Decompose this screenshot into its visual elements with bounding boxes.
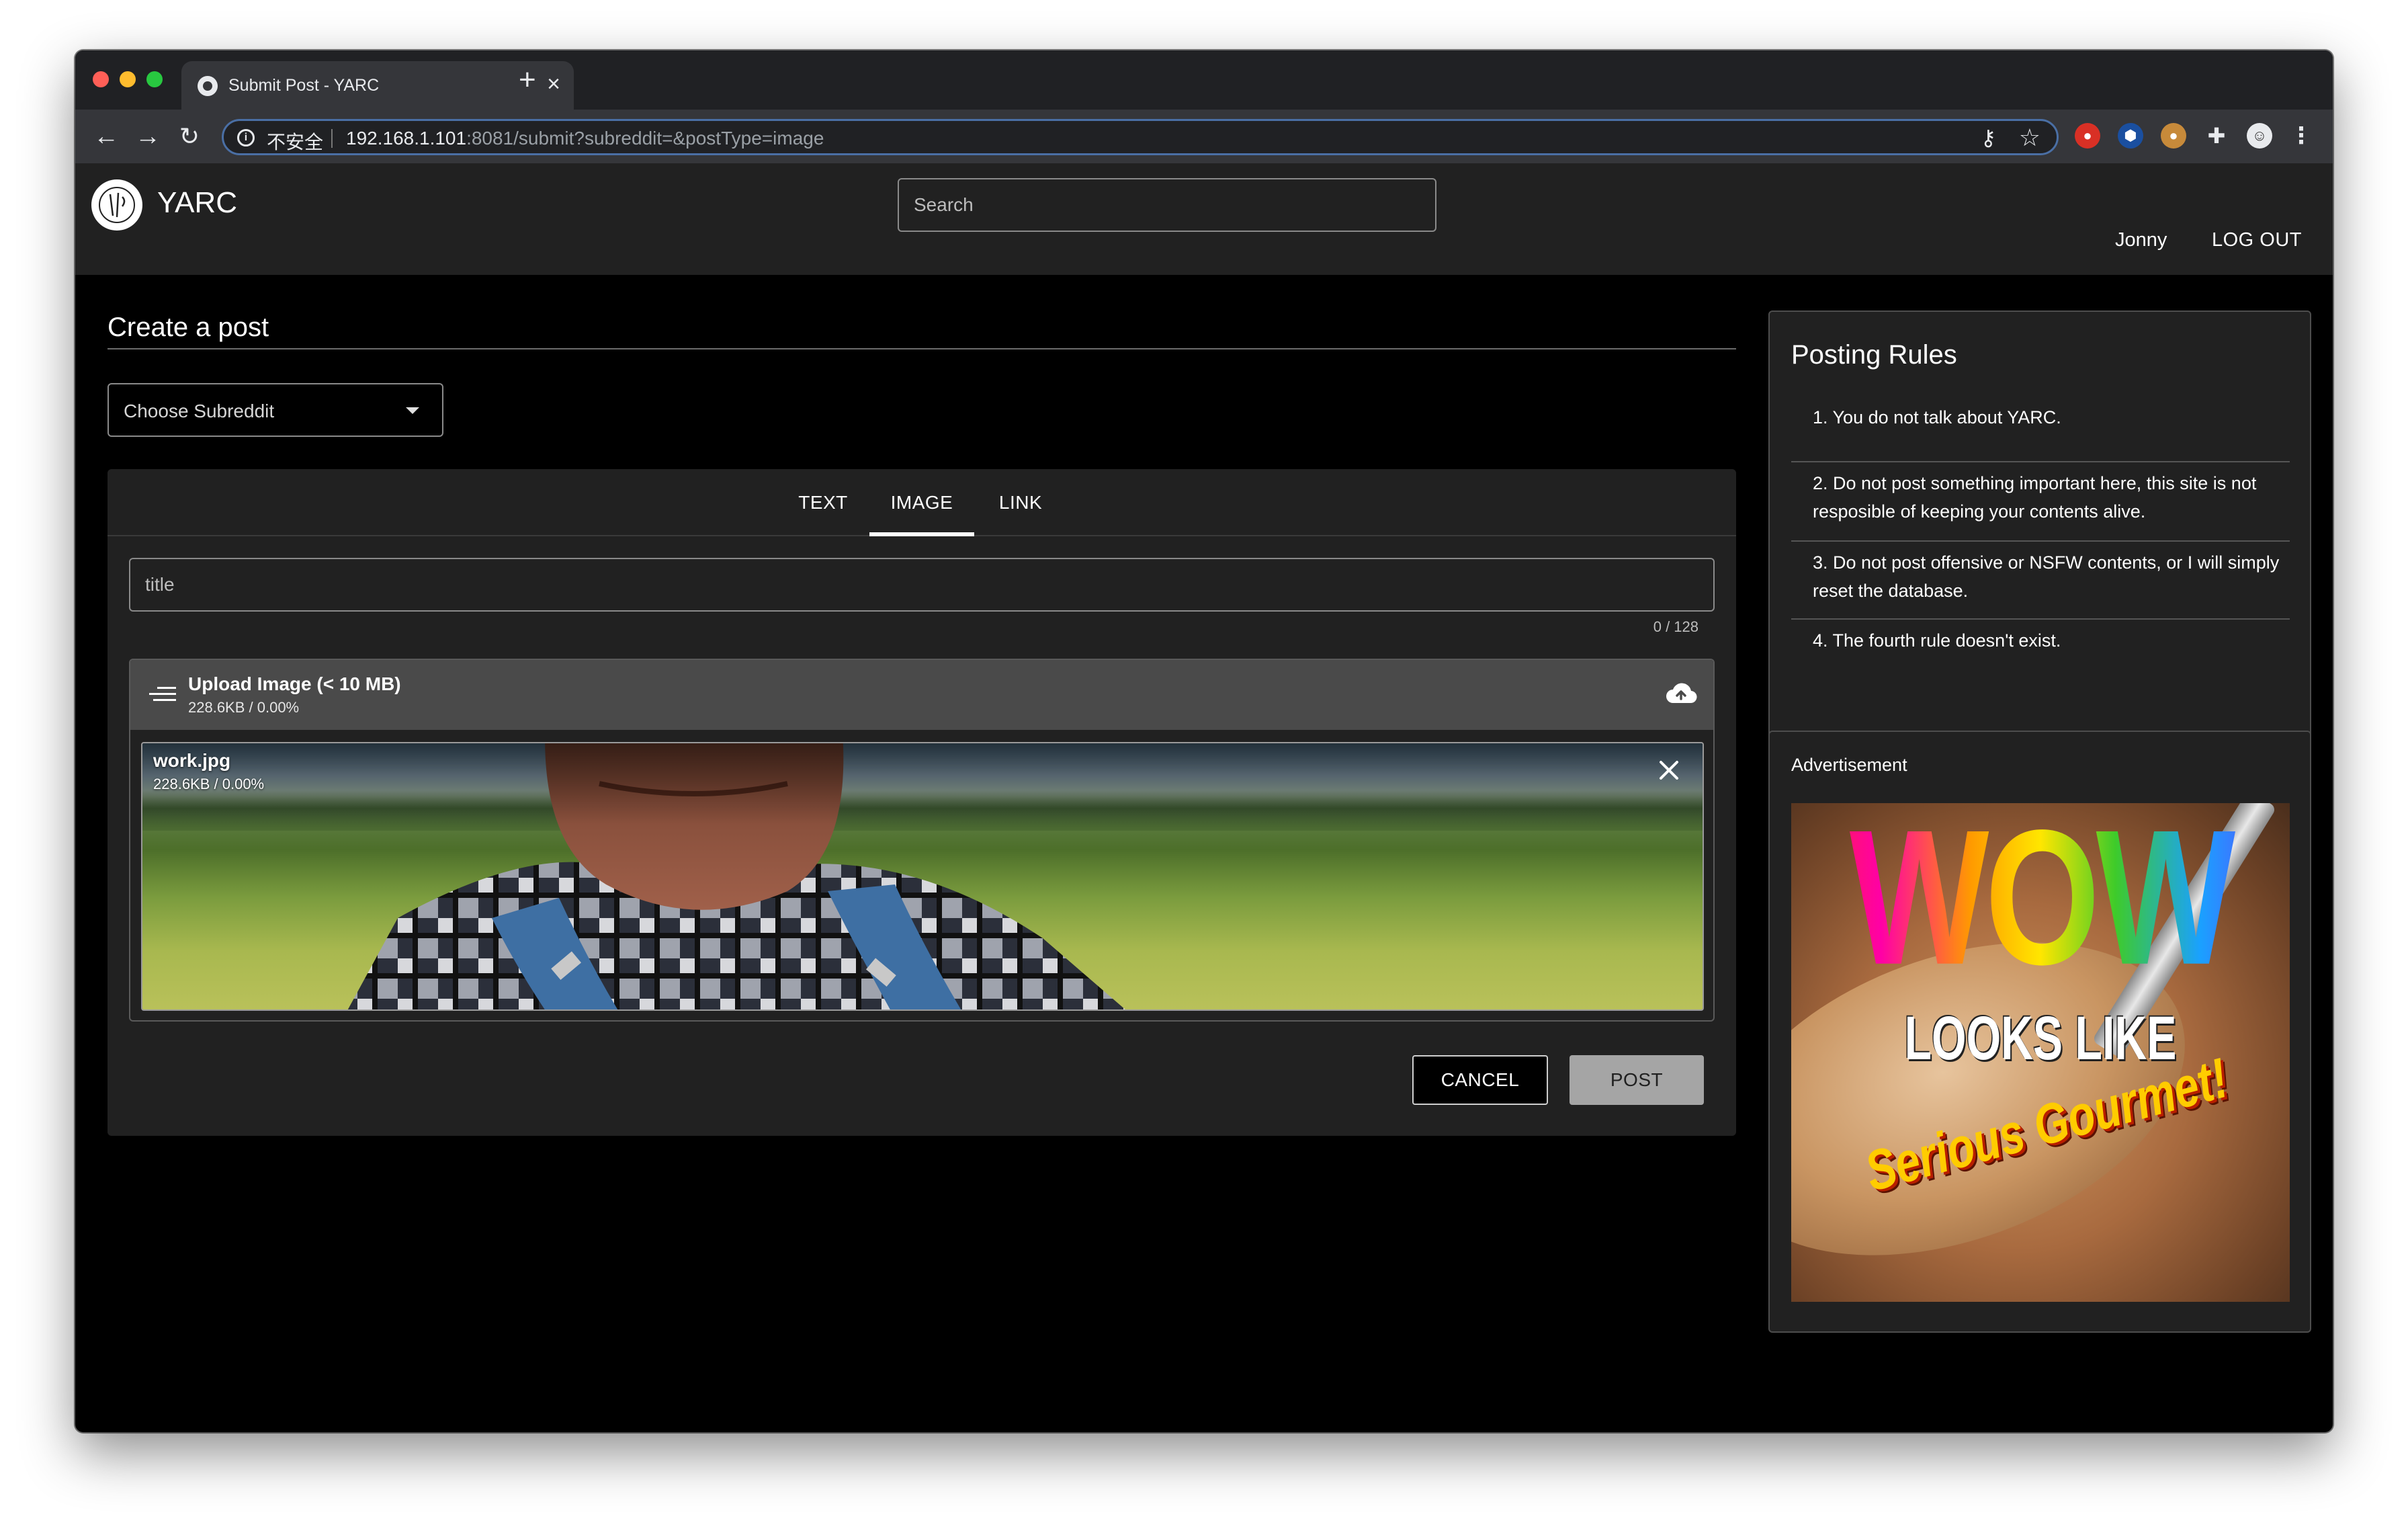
back-arrow-icon[interactable]: ← — [91, 122, 121, 151]
rule-item: 3. Do not post offensive or NSFW content… — [1813, 552, 2280, 601]
posting-rules-card: Posting Rules 1. You do not talk about Y… — [1768, 311, 2311, 759]
image-preview: work.jpg 228.6KB / 0.00% — [141, 742, 1704, 1011]
star-icon[interactable]: ☆ — [2019, 124, 2040, 152]
close-tab-icon[interactable]: × — [547, 71, 560, 97]
rule-item: 2. Do not post something important here,… — [1813, 473, 2257, 522]
close-icon[interactable] — [1657, 758, 1681, 782]
window-minimize-button[interactable] — [120, 71, 136, 87]
post-type-tabs: TEXT IMAGE LINK — [108, 469, 1736, 536]
address-divider — [331, 129, 333, 148]
rule-divider — [1791, 618, 2290, 620]
kebab-menu-icon[interactable]: ⋮ — [2288, 123, 2314, 149]
window-maximize-button[interactable] — [146, 71, 163, 87]
subreddit-select-label: Choose Subreddit — [124, 401, 275, 421]
advertisement-card: Advertisement WOW LOOKS LIKE Serious Gou… — [1768, 731, 2311, 1333]
rule-item: 4. The fourth rule doesn't exist. — [1813, 630, 2061, 651]
url-text[interactable]: 192.168.1.101:8081/submit?subreddit=&pos… — [346, 128, 824, 149]
post-button[interactable]: POST — [1570, 1055, 1704, 1105]
reload-icon[interactable]: ↻ — [175, 122, 204, 151]
window-close-button[interactable] — [93, 71, 109, 87]
browser-tabstrip: Submit Post - YARC × + — [75, 50, 2333, 110]
file-name: work.jpg — [153, 750, 231, 771]
address-bar[interactable]: i 不安全 192.168.1.101:8081/submit?subreddi… — [222, 119, 2059, 155]
rule-divider — [1791, 461, 2290, 462]
rules-title: Posting Rules — [1791, 340, 1957, 370]
browser-toolbar: ← → ↻ i 不安全 192.168.1.101:8081/submit?su… — [75, 110, 2333, 163]
subreddit-select[interactable]: Choose Subreddit — [108, 383, 443, 437]
yarc-logo-icon[interactable] — [91, 179, 142, 231]
tab-image[interactable]: IMAGE — [869, 469, 974, 536]
username-link[interactable]: Jonny — [2115, 229, 2167, 251]
puzzle-icon[interactable]: ✚ — [2204, 123, 2229, 149]
security-label[interactable]: 不安全 — [267, 128, 323, 155]
ad-text-wow: WOW — [1791, 803, 2290, 993]
profile-avatar-icon[interactable]: ☺ — [2247, 123, 2272, 149]
image-upload-panel: Upload Image (< 10 MB) 228.6KB / 0.00% w… — [129, 659, 1715, 1022]
extension-blue-icon[interactable]: ⬢ — [2118, 123, 2143, 149]
tab-text[interactable]: TEXT — [786, 469, 860, 536]
plus-icon[interactable]: + — [519, 64, 536, 96]
advertisement-image[interactable]: WOW LOOKS LIKE Serious Gourmet! — [1791, 803, 2290, 1302]
logout-button[interactable]: LOG OUT — [2212, 229, 2302, 251]
browser-tab[interactable]: Submit Post - YARC × — [181, 61, 574, 110]
forward-arrow-icon[interactable]: → — [133, 122, 163, 151]
url-path: :8081/submit?subreddit=&postType=image — [466, 128, 824, 149]
upload-header[interactable]: Upload Image (< 10 MB) 228.6KB / 0.00% — [130, 660, 1713, 730]
globe-icon — [198, 76, 218, 96]
extension-red-icon[interactable]: ● — [2075, 123, 2100, 149]
tab-link[interactable]: LINK — [984, 469, 1058, 536]
cloud-upload-icon[interactable] — [1664, 676, 1698, 711]
caret-down-icon — [406, 407, 419, 414]
advertisement-title: Advertisement — [1791, 755, 1907, 775]
info-icon[interactable]: i — [237, 129, 255, 147]
title-divider — [108, 348, 1736, 349]
upload-summary: 228.6KB / 0.00% — [188, 699, 300, 716]
search-input[interactable] — [898, 178, 1436, 232]
key-icon[interactable]: ⚷ — [1981, 125, 1996, 151]
rule-divider — [1791, 540, 2290, 542]
list-icon — [149, 684, 176, 706]
cookie-icon[interactable]: ● — [2161, 123, 2186, 149]
browser-window: Submit Post - YARC × + ← → ↻ i 不安全 192.1… — [75, 50, 2333, 1432]
file-summary: 228.6KB / 0.00% — [153, 776, 265, 792]
browser-tab-title: Submit Post - YARC — [228, 76, 380, 95]
title-char-count: 0 / 128 — [1653, 618, 1698, 635]
title-input[interactable] — [129, 558, 1715, 612]
post-editor: TEXT IMAGE LINK 0 / 128 Upload Image (< … — [108, 469, 1736, 1136]
upload-title: Upload Image (< 10 MB) — [188, 673, 401, 694]
active-tab-indicator — [869, 532, 974, 536]
brand-name[interactable]: YARC — [157, 186, 237, 220]
rule-item: 1. You do not talk about YARC. — [1813, 407, 2061, 427]
app-header: YARC Jonny LOG OUT — [75, 163, 2333, 275]
cancel-button[interactable]: CANCEL — [1412, 1055, 1548, 1105]
url-host: 192.168.1.101 — [346, 128, 467, 149]
page-title: Create a post — [108, 313, 269, 342]
